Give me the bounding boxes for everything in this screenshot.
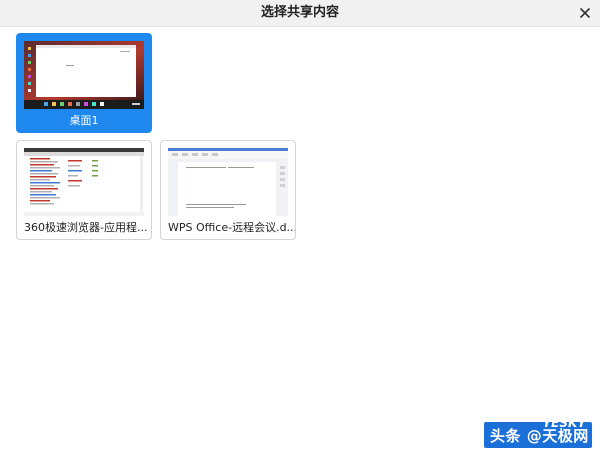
close-button[interactable] [576,4,594,22]
share-source-desktop[interactable]: 桌面1 [16,33,152,133]
share-source-browser[interactable]: 360极速浏览器-应用程... [16,140,152,240]
desktop-thumbnail [24,41,144,109]
document-thumbnail [168,148,288,216]
watermark: 头条 @天极网 YESKY [484,416,592,448]
watermark-brand: YESKY [542,416,586,430]
share-source-label: WPS Office-远程会议.d... [168,221,295,234]
share-source-label: 360极速浏览器-应用程... [24,221,148,234]
title-bar: 选择共享内容 [0,0,600,27]
share-source-document[interactable]: WPS Office-远程会议.d... [160,140,296,240]
browser-thumbnail [24,148,144,216]
window-title: 选择共享内容 [260,5,339,20]
share-source-label: 桌面1 [69,114,99,127]
close-icon [579,7,591,19]
